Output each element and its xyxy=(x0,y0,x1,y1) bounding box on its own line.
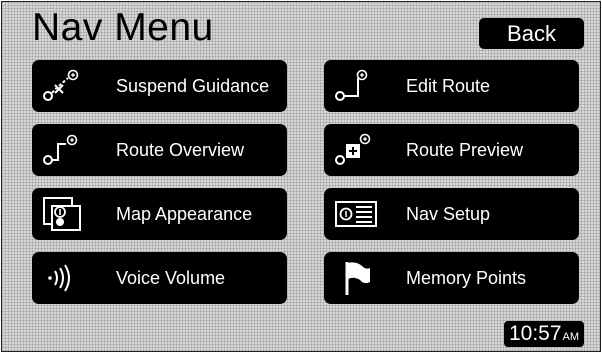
route-overview-icon xyxy=(40,130,90,170)
edit-route-label: Edit Route xyxy=(406,76,491,96)
suspend-guidance-icon xyxy=(40,66,90,106)
map-appearance-button[interactable]: Map Appearance xyxy=(32,188,287,240)
edit-route-icon xyxy=(332,66,382,106)
back-button[interactable]: Back xyxy=(479,18,584,49)
map-appearance-label: Map Appearance xyxy=(116,204,253,224)
clock-ampm: AM xyxy=(562,331,580,343)
nav-setup-label: Nav Setup xyxy=(406,204,491,224)
nav-setup-icon xyxy=(332,194,382,234)
route-preview-icon xyxy=(332,130,382,170)
map-appearance-icon xyxy=(40,194,90,234)
suspend-guidance-button[interactable]: Suspend Guidance xyxy=(32,60,287,112)
memory-points-button[interactable]: Memory Points xyxy=(324,252,579,304)
route-overview-label: Route Overview xyxy=(116,140,245,160)
nav-setup-button[interactable]: Nav Setup xyxy=(324,188,579,240)
voice-volume-button[interactable]: Voice Volume xyxy=(32,252,287,304)
memory-points-label: Memory Points xyxy=(406,268,527,288)
voice-volume-icon xyxy=(40,258,90,298)
voice-volume-label: Voice Volume xyxy=(116,268,226,288)
suspend-guidance-label: Suspend Guidance xyxy=(116,76,270,96)
clock-time: 10:57 xyxy=(508,322,562,345)
memory-points-icon xyxy=(332,258,382,298)
page-title: Nav Menu xyxy=(32,6,214,49)
route-preview-label: Route Preview xyxy=(406,140,524,160)
edit-route-button[interactable]: Edit Route xyxy=(324,60,579,112)
route-preview-button[interactable]: Route Preview xyxy=(324,124,579,176)
clock: 10:57AM xyxy=(504,321,584,347)
nav-menu-screen: Nav Menu Back Suspend Guidance Edit Rout… xyxy=(1,1,601,352)
route-overview-button[interactable]: Route Overview xyxy=(32,124,287,176)
